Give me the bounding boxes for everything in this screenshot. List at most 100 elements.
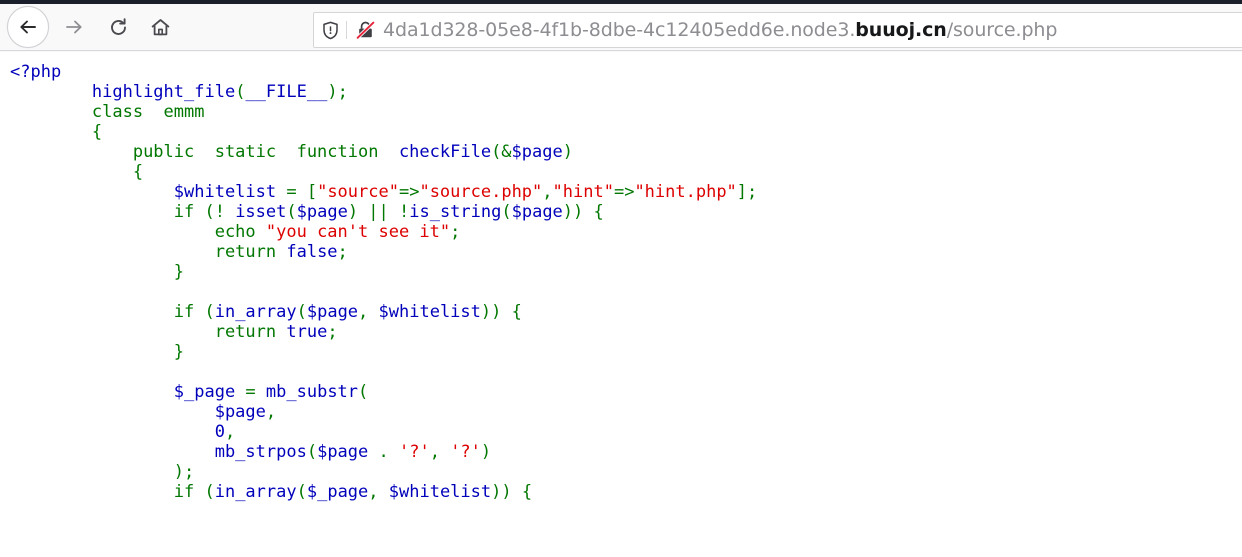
code-token: "hint" (552, 182, 614, 202)
code-line: return false; (10, 242, 757, 262)
url-text[interactable]: 4da1d328-05e8-4f1b-8dbe-4c12405edd6e.nod… (383, 19, 1057, 42)
url-prefix: 4da1d328-05e8-4f1b-8dbe-4c12405edd6e.nod… (383, 18, 856, 41)
code-line: $whitelist = ["source"=>"source.php","hi… (10, 182, 758, 202)
code-token: $page (296, 202, 348, 222)
code-token: ( (306, 442, 318, 462)
code-token: false (286, 242, 338, 262)
code-token: ; (327, 322, 338, 342)
code-token: if (! (173, 202, 236, 222)
code-token: { (132, 162, 144, 182)
code-token: { (91, 122, 103, 142)
home-button[interactable] (143, 10, 177, 44)
code-line: if (in_array($_page, $whitelist)) { (10, 482, 757, 502)
code-token: ( (501, 202, 512, 222)
code-token: )) { (562, 202, 604, 222)
code-token: )) { (491, 482, 533, 502)
arrow-left-icon (20, 20, 36, 34)
code-token: in_array (214, 482, 297, 502)
lock-crossed-out-icon (355, 20, 375, 40)
code-token: ; (450, 222, 461, 242)
code-line: echo "you can't see it"; (10, 222, 757, 242)
code-token: "you can't see it" (265, 222, 451, 242)
forward-button[interactable] (57, 10, 91, 44)
code-token: '?' (398, 442, 430, 462)
code-token: $page (511, 202, 563, 222)
code-token: , (265, 402, 277, 422)
navigation-toolbar: 4da1d328-05e8-4f1b-8dbe-4c12405edd6e.nod… (0, 4, 1242, 51)
code-token: ); (327, 82, 348, 102)
code-token: $whitelist (388, 482, 492, 502)
code-token: return (214, 242, 287, 262)
code-line: $_page = mb_substr( (10, 382, 757, 402)
code-token: "source.php" (419, 182, 543, 202)
code-line: ); (10, 462, 757, 482)
code-line: } (10, 262, 757, 282)
code-token: 0 (214, 422, 225, 442)
code-token: , (358, 302, 379, 322)
code-token: => (398, 182, 420, 202)
code-line: return true; (10, 322, 757, 342)
shield-icon (322, 21, 338, 39)
code-token: $page (306, 302, 359, 322)
reload-button[interactable] (101, 10, 135, 44)
code-token: } (173, 342, 185, 362)
code-token: $page (317, 442, 369, 462)
code-token: __FILE__ (245, 82, 328, 102)
home-icon (151, 18, 169, 35)
url-domain: buuoj.cn (855, 18, 947, 41)
tracking-protection-shield-icon[interactable] (314, 21, 346, 40)
code-token: <?php (10, 62, 62, 82)
code-token: echo (214, 222, 266, 242)
code-token: ; (337, 242, 348, 262)
code-token: ]; (736, 182, 758, 202)
url-suffix: /source.php (946, 18, 1058, 41)
code-token: checkFile (398, 142, 492, 162)
code-token: $whitelist (173, 182, 277, 202)
code-token: "hint.php" (634, 182, 737, 202)
code-token: return (214, 322, 287, 342)
code-token: mb_strpos (214, 442, 307, 462)
code-token: in_array (214, 302, 297, 322)
code-token: public static function (132, 142, 399, 162)
code-token: )) { (480, 302, 522, 322)
code-token: class emmm (91, 102, 205, 122)
page-content-area: <?php highlight_file(__FILE__); class em… (0, 52, 1242, 557)
code-token: = [ (276, 182, 318, 202)
back-button[interactable] (7, 6, 49, 48)
code-line: if (in_array($page, $whitelist)) { (10, 302, 757, 322)
code-line: } (10, 342, 757, 362)
code-line: if (! isset($page) || !is_string($page))… (10, 202, 757, 222)
code-token: ( (286, 202, 297, 222)
code-line: highlight_file(__FILE__); (10, 82, 757, 102)
code-token: , (368, 482, 389, 502)
code-token: $whitelist (378, 302, 481, 322)
code-token: (& (491, 142, 512, 162)
code-token: $page (511, 142, 563, 162)
code-token: if ( (173, 482, 215, 502)
code-token: is_string (409, 202, 502, 222)
url-bar[interactable]: 4da1d328-05e8-4f1b-8dbe-4c12405edd6e.nod… (313, 12, 1242, 48)
code-line: public static function checkFile(&$page) (10, 142, 757, 162)
code-token: if ( (173, 302, 215, 322)
code-token: , (542, 182, 553, 202)
code-token: true (286, 322, 328, 342)
code-token: ( (296, 302, 307, 322)
php-source-code: <?php highlight_file(__FILE__); class em… (10, 62, 757, 502)
code-token: = (235, 382, 266, 402)
code-line: { (10, 162, 757, 182)
code-token: ( (358, 382, 369, 402)
connection-insecure-lock-icon[interactable] (347, 20, 383, 41)
